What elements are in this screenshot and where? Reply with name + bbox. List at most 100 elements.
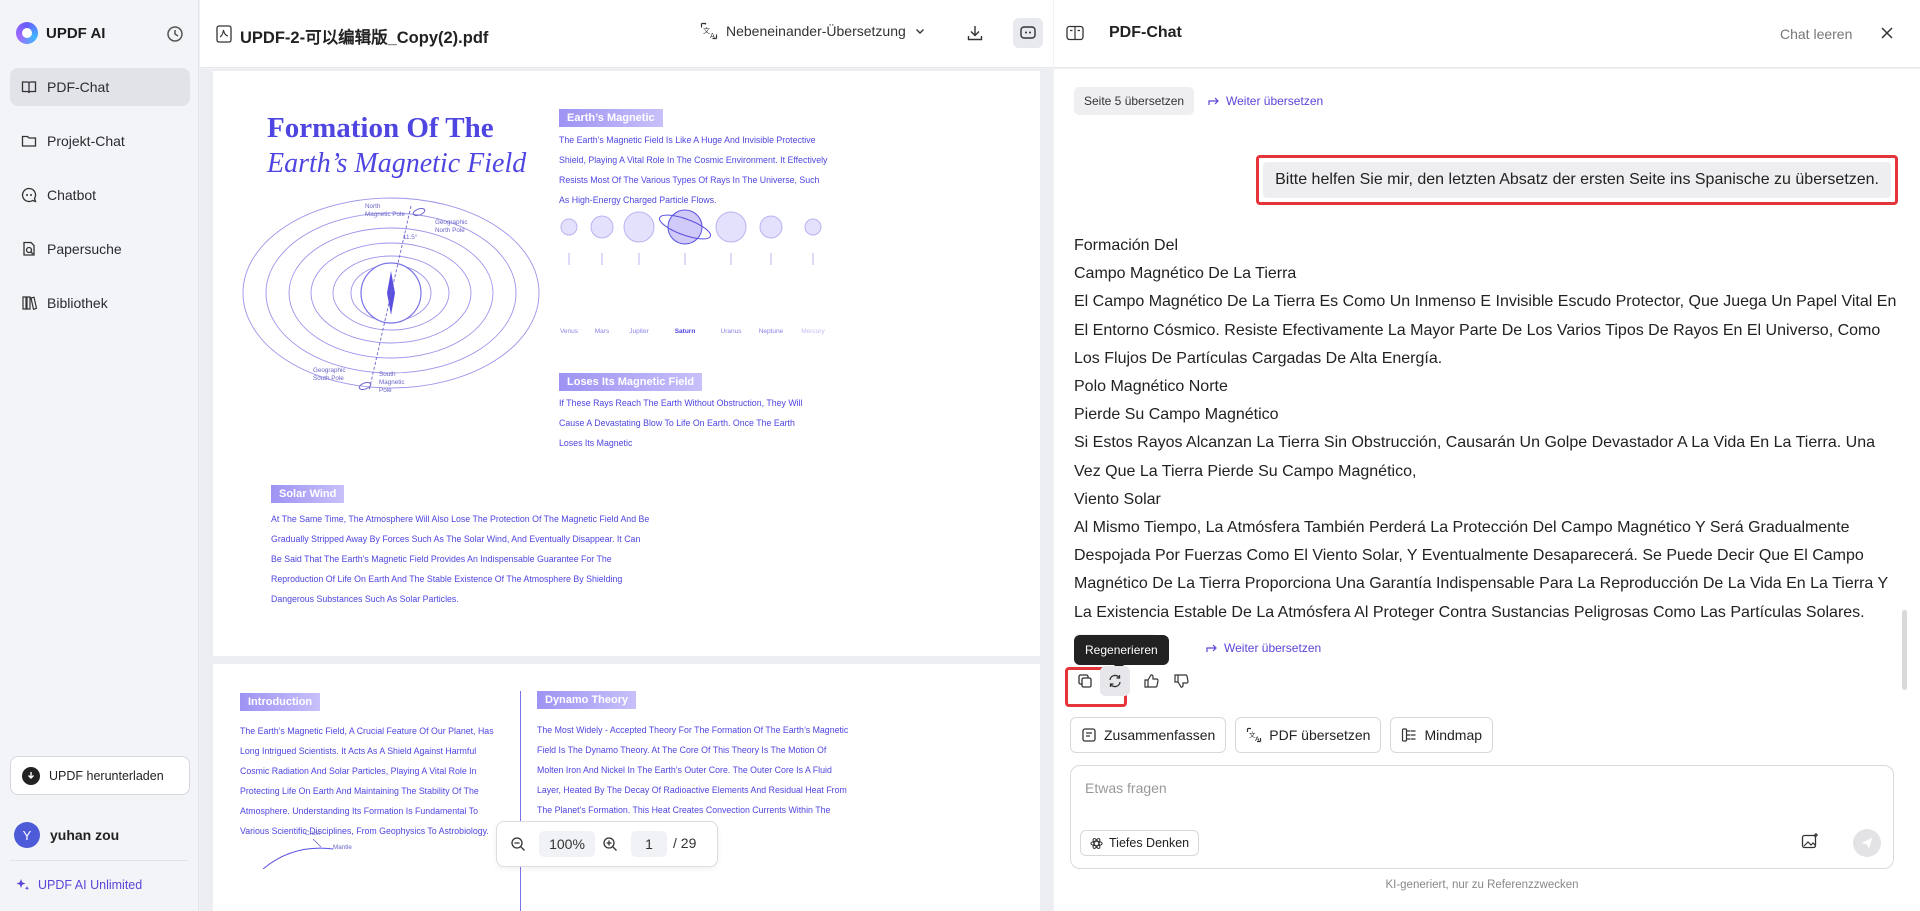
book-icon [21, 79, 37, 95]
pdf-file-icon [216, 25, 232, 43]
translate-pdf-label: PDF übersetzen [1269, 727, 1371, 743]
user-message: Bitte helfen Sie mir, den letzten Absatz… [1256, 155, 1898, 205]
sidebar-nav: PDF-Chat Projekt-Chat Chatbot Papersuche… [10, 68, 190, 338]
sidebar-item-chatbot[interactable]: Chatbot [10, 176, 190, 214]
loses-magnetic-text: If These Rays Reach The Earth Without Ob… [559, 398, 803, 448]
sidebar-item-papersuche[interactable]: Papersuche [10, 230, 190, 268]
svg-text:文: 文 [703, 26, 710, 35]
quick-actions: Zusammenfassen 文A PDF übersetzen Mindmap [1070, 717, 1494, 753]
regenerate-icon[interactable] [1100, 666, 1130, 696]
ai-disclaimer: KI-generiert, nur zu Referenzzwecken [1385, 879, 1579, 891]
sidebar: UPDF AI PDF-Chat Projekt-Chat Chatbot Pa… [0, 0, 199, 911]
plan-link[interactable]: UPDF AI Unlimited [16, 878, 142, 892]
translate-pdf-button[interactable]: 文A PDF übersetzen [1235, 717, 1382, 753]
user-name: yuhan zou [50, 827, 120, 843]
user-message-text: Bitte helfen Sie mir, den letzten Absatz… [1263, 162, 1891, 198]
ai-answer: Formación Del Campo Magnético De La Tier… [1074, 232, 1904, 627]
sidebar-item-label: Chatbot [47, 187, 97, 203]
sidebar-item-label: Projekt-Chat [47, 133, 125, 149]
planet-label-jupiter: Jupiter [629, 328, 649, 335]
continue-translation-link[interactable]: Weiter übersetzen [1208, 87, 1323, 115]
north-magnetic-pole-label: North Magnetic Pole [365, 203, 405, 218]
clear-chat-button[interactable]: Chat leeren [1780, 26, 1852, 42]
answer-line: Formación Del [1074, 237, 1179, 254]
thumbs-down-icon[interactable] [1166, 666, 1196, 696]
zoom-toolbar: 100% 1 / 29 [496, 821, 718, 867]
answer-line: El Campo Magnético De La Tierra Es Como … [1074, 293, 1897, 367]
translate-icon: 文A [700, 22, 718, 40]
column-divider [520, 691, 521, 911]
planet-label-uranus: Uranus [720, 328, 742, 335]
zoom-in-icon[interactable] [602, 836, 618, 852]
folder-icon [21, 133, 37, 149]
planets-diagram [560, 209, 822, 265]
regenerate-tooltip: Regenerieren [1074, 635, 1169, 670]
chat-input-box[interactable]: Etwas fragen Tiefes Denken [1070, 765, 1894, 869]
thumbs-up-icon[interactable] [1136, 666, 1166, 696]
introduction-tag: Introduction [240, 693, 321, 711]
geographic-south-pole-label: Geographic South Pole [313, 367, 346, 382]
svg-text:A: A [1255, 735, 1260, 743]
atom-icon [1090, 837, 1103, 850]
ai-chat-toggle-icon[interactable] [1013, 18, 1043, 48]
deep-think-toggle[interactable]: Tiefes Denken [1080, 830, 1200, 856]
copy-icon[interactable] [1070, 666, 1100, 696]
crust-label: Crust [305, 830, 321, 837]
library-icon [21, 295, 37, 311]
brand-name: UPDF AI [46, 24, 106, 42]
mindmap-label: Mindmap [1424, 727, 1483, 743]
answer-line: Pierde Su Campo Magnético [1074, 406, 1279, 424]
chat-title: PDF-Chat [1109, 24, 1182, 41]
sidebar-item-label: Bibliothek [47, 295, 108, 311]
translation-mode-dropdown[interactable]: 文A Nebeneinander-Übersetzung [700, 22, 926, 40]
loses-magnetic-tag: Loses Its Magnetic Field [559, 373, 703, 391]
page-total: / 29 [673, 835, 697, 851]
planet-label-saturn: Saturn [674, 328, 696, 335]
translate-page-chip[interactable]: Seite 5 übersetzen [1074, 87, 1195, 115]
chat-scrollbar[interactable] [1902, 610, 1907, 690]
continue-label: Weiter übersetzen [1224, 641, 1322, 655]
chatbot-icon [21, 187, 37, 203]
earths-magnetic-tag: Earth’s Magnetic [559, 109, 663, 127]
sparkle-icon [16, 878, 30, 892]
sidebar-item-label: PDF-Chat [47, 79, 110, 95]
download-updf-button[interactable]: UPDF herunterladen [10, 756, 190, 795]
svg-text:A: A [710, 32, 715, 40]
pdf-page-2: Introduction The Earth’s Magnetic Field,… [213, 664, 1040, 911]
south-magnetic-pole-label: South Magnetic Pole [379, 371, 405, 394]
sidebar-item-pdf-chat[interactable]: PDF-Chat [10, 68, 190, 106]
document-title: UPDF-2-可以编辑版_Copy(2).pdf [240, 29, 489, 47]
solar-wind-tag: Solar Wind [271, 485, 345, 503]
answer-line: Al Mismo Tiempo, La Atmósfera También Pe… [1074, 519, 1888, 621]
pdf-title-line1: Formation Of The [267, 112, 494, 144]
angle-label: 11.5° [403, 234, 418, 241]
mindmap-icon [1401, 727, 1417, 743]
send-icon[interactable] [1853, 829, 1881, 857]
planet-label-mercury: Mercury [801, 328, 825, 335]
divider [10, 860, 188, 861]
page-number-input[interactable]: 1 [631, 831, 667, 857]
sidebar-item-projekt-chat[interactable]: Projekt-Chat [10, 122, 190, 160]
forward-arrow-icon [1206, 642, 1218, 654]
download-pdf-icon[interactable] [966, 24, 984, 42]
history-icon[interactable] [166, 25, 184, 43]
pdf-viewer[interactable]: Formation Of The Earth’s Magnetic Field … [200, 69, 1053, 911]
geographic-north-pole-label: Geographic North Pole [435, 219, 468, 234]
sidebar-item-label: Papersuche [47, 241, 122, 257]
zoom-out-icon[interactable] [510, 836, 526, 852]
close-icon[interactable] [1880, 26, 1894, 40]
message-actions [1070, 666, 1196, 696]
user-profile[interactable]: Y yuhan zou [14, 822, 119, 848]
book-icon[interactable] [1066, 24, 1084, 42]
pdf-page-1: Formation Of The Earth’s Magnetic Field … [213, 71, 1040, 656]
image-upload-icon[interactable] [1801, 832, 1819, 850]
chat-input-placeholder[interactable]: Etwas fragen [1085, 780, 1167, 796]
answer-line: Campo Magnético De La Tierra [1074, 265, 1297, 283]
summarize-button[interactable]: Zusammenfassen [1070, 717, 1227, 753]
continue-translation-link-2[interactable]: Weiter übersetzen [1206, 634, 1321, 662]
sidebar-item-bibliothek[interactable]: Bibliothek [10, 284, 190, 322]
paper-search-icon [21, 241, 37, 257]
mindmap-button[interactable]: Mindmap [1390, 717, 1494, 753]
answer-line: Si Estos Rayos Alcanzan La Tierra Sin Ob… [1074, 434, 1876, 480]
zoom-level[interactable]: 100% [539, 831, 595, 857]
